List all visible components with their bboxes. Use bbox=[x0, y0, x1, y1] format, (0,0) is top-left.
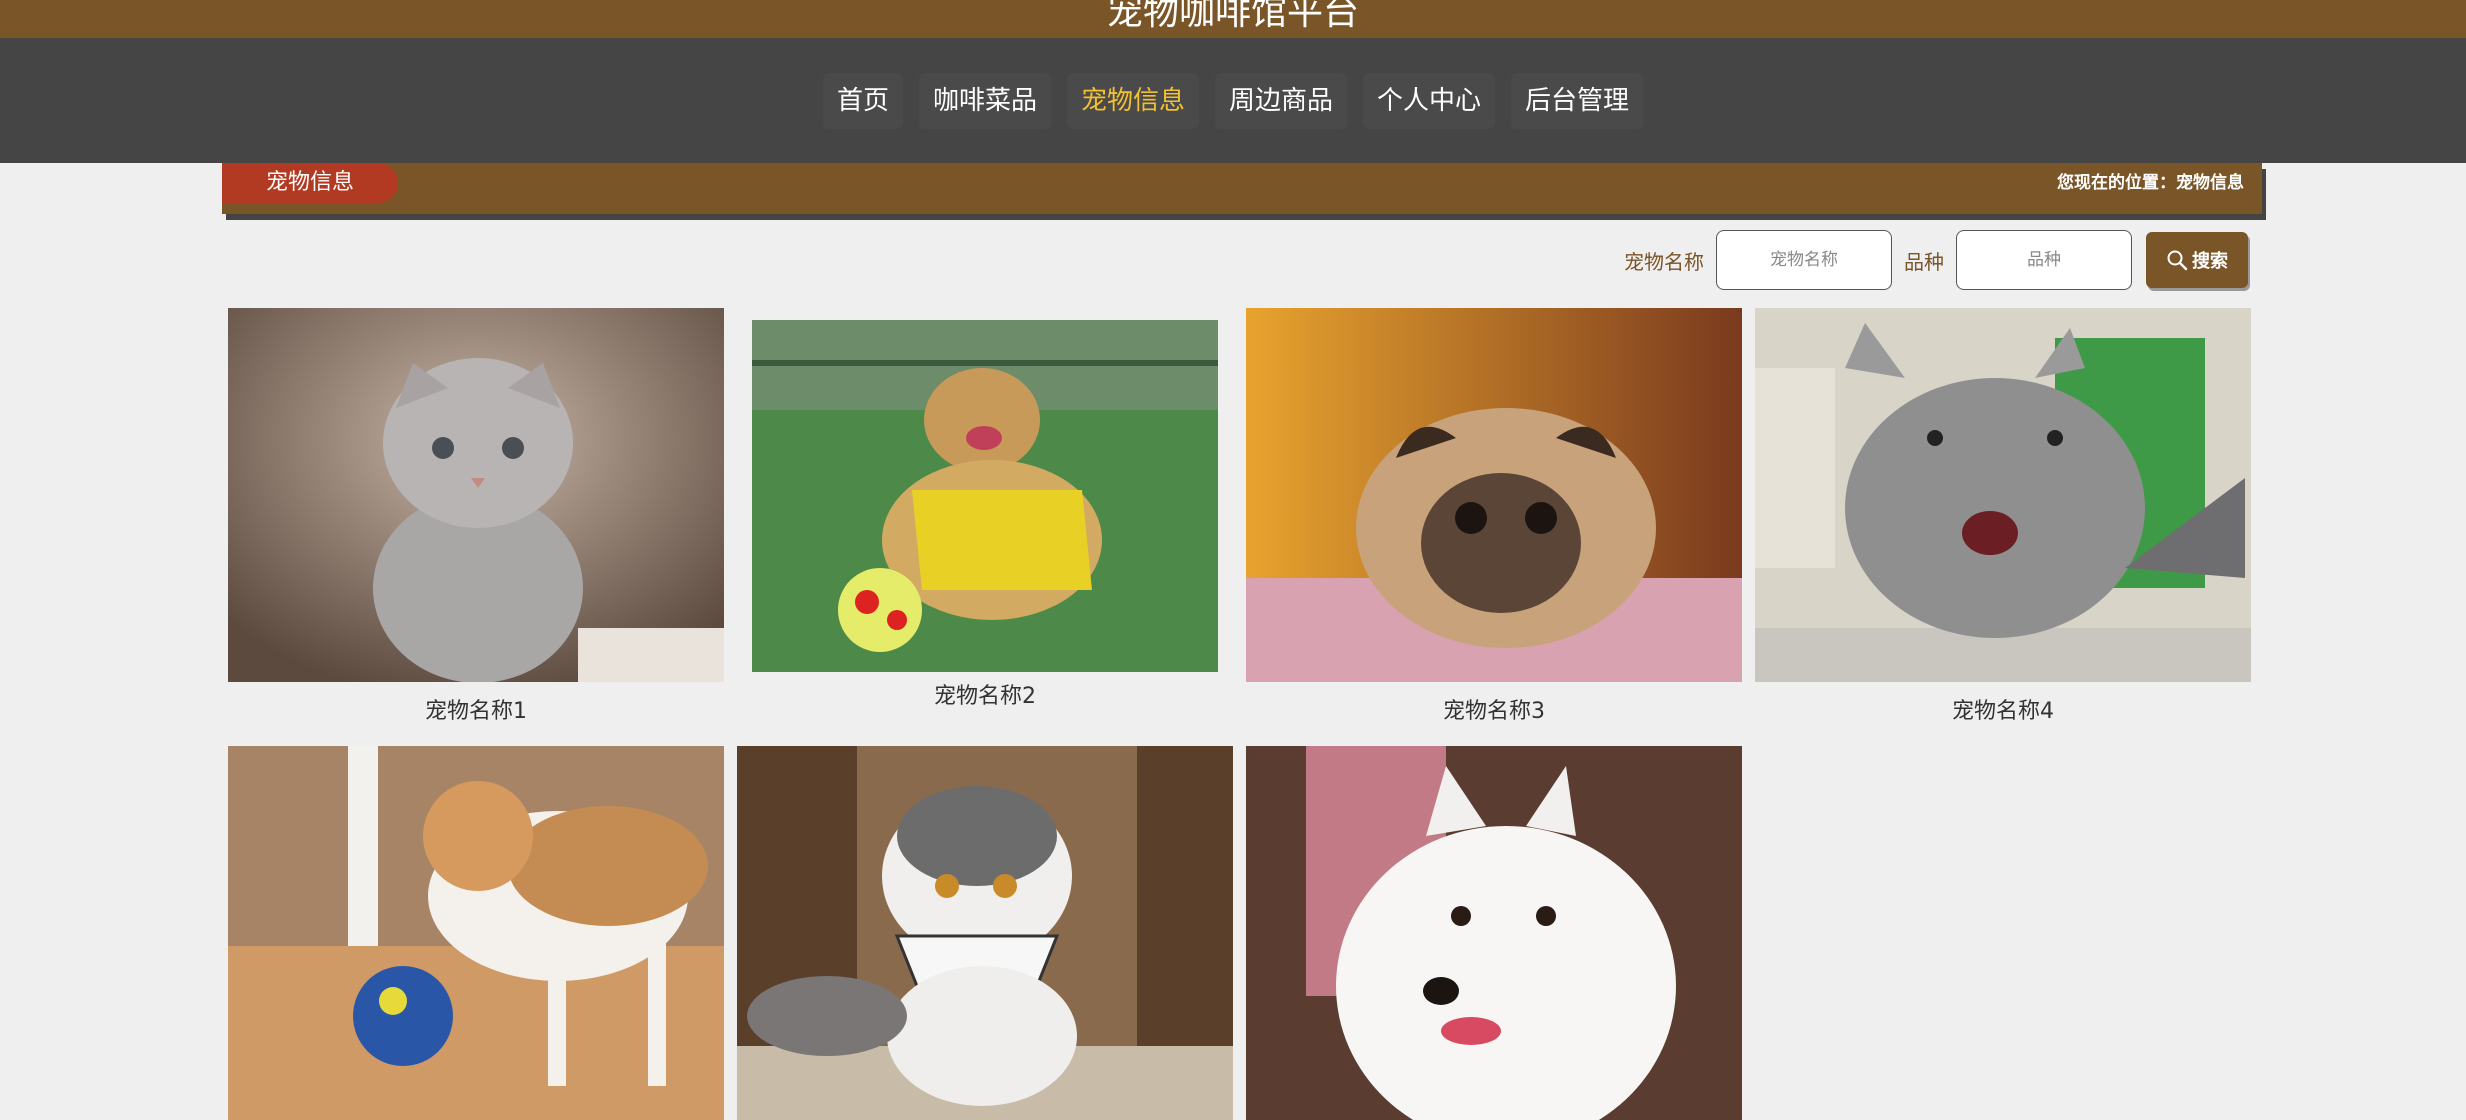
search-icon bbox=[2167, 250, 2188, 271]
samoyed-photo[interactable] bbox=[1246, 746, 1742, 1120]
pet-name-label[interactable]: 宠物名称3 bbox=[1246, 693, 1742, 725]
search-bar: 宠物名称 品种 搜索 bbox=[1624, 230, 2248, 290]
white-cat-bandana-photo[interactable] bbox=[737, 746, 1233, 1120]
breadcrumb: 宠物信息 您现在的位置：宠物信息 bbox=[222, 163, 2262, 214]
pet-card[interactable]: 宠物名称3 bbox=[1246, 308, 1742, 728]
dog-with-ball-photo[interactable] bbox=[228, 746, 724, 1120]
current-location: 您现在的位置：宠物信息 bbox=[2057, 173, 2244, 193]
site-title: 宠物咖啡馆平台 bbox=[1106, 0, 1359, 33]
pet-card[interactable]: 宠物名称2 bbox=[752, 320, 1218, 720]
nav-item-pet-info[interactable]: 宠物信息 bbox=[1066, 72, 1199, 129]
pet-name-label[interactable]: 宠物名称4 bbox=[1755, 693, 2251, 725]
search-button[interactable]: 搜索 bbox=[2146, 232, 2248, 288]
golden-retriever-photo[interactable] bbox=[752, 320, 1218, 672]
pet-name-label[interactable]: 宠物名称2 bbox=[752, 678, 1218, 710]
pug-photo[interactable] bbox=[1246, 308, 1742, 682]
nav-item-admin[interactable]: 后台管理 bbox=[1511, 72, 1644, 129]
nav-item-merchandise[interactable]: 周边商品 bbox=[1215, 72, 1348, 129]
pet-card[interactable] bbox=[1246, 746, 1742, 1120]
search-button-label: 搜索 bbox=[2192, 251, 2228, 272]
nav-item-coffee-menu[interactable]: 咖啡菜品 bbox=[918, 72, 1051, 129]
main-nav: 首页 咖啡菜品 宠物信息 周边商品 个人中心 后台管理 bbox=[0, 38, 2466, 163]
pet-card[interactable]: 宠物名称1 bbox=[228, 308, 724, 728]
nav-item-personal-center[interactable]: 个人中心 bbox=[1363, 72, 1496, 129]
pet-card[interactable] bbox=[228, 746, 724, 1120]
breed-input[interactable] bbox=[1956, 230, 2132, 290]
breed-label: 品种 bbox=[1904, 249, 1944, 274]
pet-card[interactable]: 宠物名称4 bbox=[1755, 308, 2251, 728]
nav-item-home[interactable]: 首页 bbox=[822, 72, 903, 129]
pet-name-input[interactable] bbox=[1716, 230, 1892, 290]
section-tab: 宠物信息 bbox=[222, 163, 398, 203]
pet-name-label: 宠物名称 bbox=[1624, 249, 1704, 274]
pet-card[interactable] bbox=[737, 746, 1233, 1120]
title-bar: 宠物咖啡馆平台 bbox=[0, 0, 2466, 38]
chinchilla-photo[interactable] bbox=[1755, 308, 2251, 682]
pet-name-label[interactable]: 宠物名称1 bbox=[228, 693, 724, 725]
grey-kitten-photo[interactable] bbox=[228, 308, 724, 682]
